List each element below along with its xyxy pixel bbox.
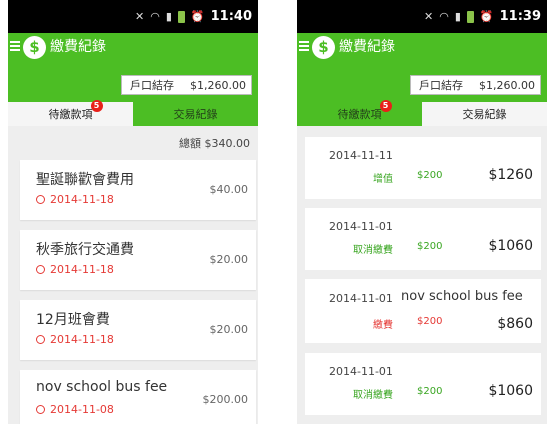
item-due-date: 2014-11-18 bbox=[50, 193, 114, 206]
item-amount: $200.00 bbox=[202, 393, 249, 406]
left-phone-screen: ✕ ◠ ▮ ⏰ 11:40 $ 繳費紀錄 戶口結存 $1,260.00 待繳款項… bbox=[8, 0, 258, 424]
list-item[interactable]: 秋季旅行交通費 2014-11-18 $20.00 bbox=[20, 230, 256, 290]
right-phone-screen: ✕ ◠ ▮ ⏰ 11:39 $ 繳費紀錄 戶口結存 $1,260.00 待繳款項… bbox=[297, 0, 547, 424]
app-title: 繳費紀錄 bbox=[50, 39, 106, 55]
item-amount: $40.00 bbox=[209, 183, 249, 196]
item-title: 聖誕聯歡會費用 bbox=[36, 172, 134, 188]
transaction-type: 取消繳費 bbox=[353, 245, 393, 256]
dollar-logo-icon[interactable]: $ bbox=[312, 36, 335, 59]
signal-icon: ▮ bbox=[454, 10, 461, 23]
tab-bar: 待繳款項 5 交易紀錄 bbox=[297, 100, 547, 126]
menu-icon[interactable] bbox=[299, 41, 309, 51]
clock-icon bbox=[36, 195, 45, 204]
wifi-icon: ◠ bbox=[439, 10, 449, 23]
status-bar: ✕ ◠ ▮ ⏰ 11:39 bbox=[297, 0, 547, 33]
tab-transaction-history[interactable]: 交易紀錄 bbox=[422, 102, 547, 126]
item-due-date: 2014-11-08 bbox=[50, 403, 114, 416]
item-title: 12月班會費 bbox=[36, 312, 110, 328]
status-time: 11:39 bbox=[499, 9, 541, 24]
transaction-row[interactable]: 2014-11-01 取消繳費 $200 $1060 bbox=[305, 208, 541, 270]
item-due-date: 2014-11-18 bbox=[50, 263, 114, 276]
balance-label: 戶口結存 bbox=[130, 79, 174, 92]
app-bar: $ 繳費紀錄 戶口結存 $1,260.00 bbox=[8, 33, 258, 102]
account-balance: 戶口結存 $1,260.00 bbox=[121, 75, 252, 95]
pending-count-badge: 5 bbox=[90, 100, 103, 112]
transaction-balance: $1060 bbox=[488, 383, 533, 399]
mute-icon: ✕ bbox=[135, 10, 145, 23]
account-balance: 戶口結存 $1,260.00 bbox=[410, 75, 541, 95]
app-title: 繳費紀錄 bbox=[339, 39, 395, 55]
transaction-balance: $1060 bbox=[488, 238, 533, 254]
transaction-date: 2014-11-01 bbox=[329, 292, 393, 305]
transaction-date: 2014-11-01 bbox=[329, 365, 393, 378]
signal-icon: ▮ bbox=[165, 10, 172, 23]
battery-icon bbox=[177, 10, 185, 23]
list-item[interactable]: 聖誕聯歡會費用 2014-11-18 $40.00 bbox=[20, 160, 256, 220]
transaction-type: 取消繳費 bbox=[353, 390, 393, 401]
item-title: nov school bus fee bbox=[36, 379, 168, 395]
app-bar: $ 繳費紀錄 戶口結存 $1,260.00 bbox=[297, 33, 547, 102]
transaction-amount: $200 bbox=[417, 170, 443, 181]
battery-icon bbox=[466, 10, 474, 23]
transaction-row[interactable]: 2014-11-01 nov school bus fee 繳費 $200 $8… bbox=[305, 279, 541, 343]
wifi-icon: ◠ bbox=[150, 10, 160, 23]
total-amount: 總額 $340.00 bbox=[179, 137, 250, 150]
tab-label: 交易紀錄 bbox=[173, 108, 218, 121]
transaction-name: nov school bus fee bbox=[401, 289, 523, 304]
list-item[interactable]: nov school bus fee 2014-11-08 $200.00 bbox=[20, 370, 256, 424]
item-amount: $20.00 bbox=[209, 323, 249, 336]
tab-pending-payments[interactable]: 待繳款項 5 bbox=[297, 100, 422, 126]
transaction-amount: $200 bbox=[417, 316, 443, 327]
mute-icon: ✕ bbox=[424, 10, 434, 23]
tab-pending-payments[interactable]: 待繳款項 5 bbox=[8, 100, 133, 126]
tab-transaction-history[interactable]: 交易紀錄 bbox=[133, 102, 258, 126]
alarm-icon: ⏰ bbox=[479, 10, 494, 23]
balance-value: $1,260.00 bbox=[479, 78, 535, 92]
balance-label: 戶口結存 bbox=[419, 79, 463, 92]
balance-value: $1,260.00 bbox=[190, 78, 246, 92]
status-bar: ✕ ◠ ▮ ⏰ 11:40 bbox=[8, 0, 258, 33]
tab-bar: 待繳款項 5 交易紀錄 bbox=[8, 100, 258, 126]
clock-icon bbox=[36, 335, 45, 344]
transaction-date: 2014-11-01 bbox=[329, 220, 393, 233]
clock-icon bbox=[36, 405, 45, 414]
transaction-amount: $200 bbox=[417, 386, 443, 397]
transaction-type: 增值 bbox=[373, 174, 393, 185]
item-title: 秋季旅行交通費 bbox=[36, 242, 134, 258]
pending-count-badge: 5 bbox=[379, 100, 392, 112]
item-amount: $20.00 bbox=[209, 253, 249, 266]
dollar-logo-icon[interactable]: $ bbox=[23, 36, 46, 59]
item-due-date: 2014-11-18 bbox=[50, 333, 114, 346]
status-time: 11:40 bbox=[210, 9, 252, 24]
alarm-icon: ⏰ bbox=[190, 10, 205, 23]
menu-icon[interactable] bbox=[10, 41, 20, 51]
clock-icon bbox=[36, 265, 45, 274]
transaction-amount: $200 bbox=[417, 241, 443, 252]
transaction-balance: $860 bbox=[497, 316, 533, 332]
transaction-balance: $1260 bbox=[488, 167, 533, 183]
transaction-type: 繳費 bbox=[373, 320, 393, 331]
tab-label: 待繳款項 bbox=[337, 108, 382, 121]
transaction-date: 2014-11-11 bbox=[329, 149, 393, 162]
tab-label: 待繳款項 bbox=[48, 108, 93, 121]
list-item[interactable]: 12月班會費 2014-11-18 $20.00 bbox=[20, 300, 256, 360]
tab-label: 交易紀錄 bbox=[462, 108, 507, 121]
transaction-row[interactable]: 2014-11-11 增值 $200 $1260 bbox=[305, 137, 541, 199]
transaction-row[interactable]: 2014-11-01 取消繳費 $200 $1060 bbox=[305, 353, 541, 415]
